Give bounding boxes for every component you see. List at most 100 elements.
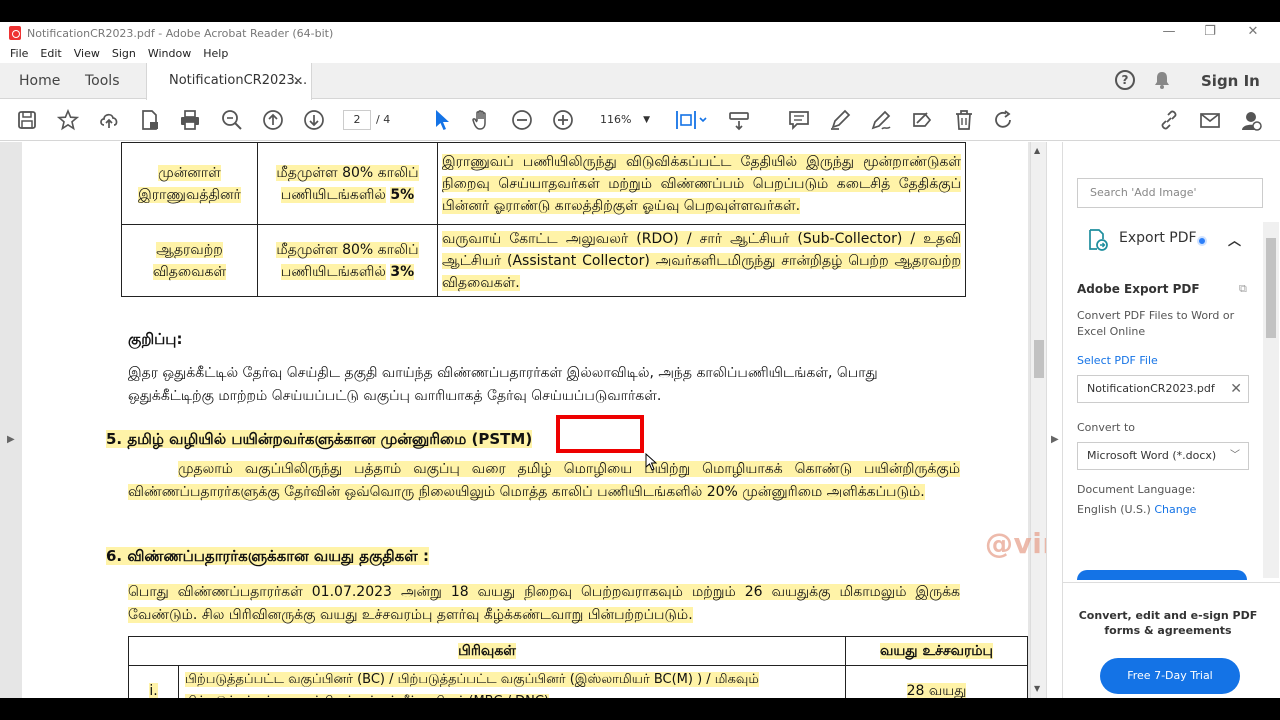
hand-tool-icon[interactable] [470, 109, 492, 131]
close-tab-icon[interactable]: ✕ [293, 63, 303, 99]
scroll-up-icon[interactable]: ▲ [1034, 146, 1040, 155]
export-pdf-icon [1089, 229, 1108, 251]
panel-scrollbar[interactable] [1263, 222, 1279, 578]
upload-cloud-icon[interactable] [98, 109, 120, 131]
clear-file-icon[interactable]: ✕ [1230, 376, 1242, 402]
toolbar: 2 / 4 116% ▼ [0, 100, 1280, 141]
note-text: இதர ஒதுக்கீட்டில் தேர்வு செய்திட தகுதி வ… [128, 365, 878, 404]
select-cursor-icon[interactable] [433, 108, 451, 132]
page-number-input[interactable]: 2 [343, 110, 371, 130]
draw-pen-icon[interactable] [870, 109, 892, 131]
link-icon[interactable] [1158, 109, 1180, 131]
bookmark-star-icon[interactable] [56, 108, 80, 131]
table-cell-percent: மீதமுள்ள 80% காலிப் பணியிடங்களில் 5% [257, 142, 438, 225]
scrollbar-thumb[interactable] [1034, 340, 1044, 378]
section5-heading: 5. தமிழ் வழியில் பயின்றவர்களுக்கான முன்ன… [106, 430, 533, 448]
collapse-right-pane[interactable]: ▶ [1046, 142, 1062, 698]
menu-help[interactable]: Help [197, 44, 234, 63]
select-pdf-file-link[interactable]: Select PDF File [1077, 354, 1263, 367]
menu-window[interactable]: Window [142, 44, 197, 63]
zoom-out-icon[interactable] [511, 109, 533, 131]
convert-button-partial[interactable] [1077, 570, 1247, 580]
table-cell-description: வருவாய் கோட்ட அலுவலர் (RDO) / சார் ஆட்சி… [437, 224, 966, 297]
tab-home[interactable]: Home [19, 63, 60, 99]
table-cell-category: முன்னாள் இராணுவத்தினர் [121, 142, 258, 225]
menu-edit[interactable]: Edit [34, 44, 67, 63]
menu-sign[interactable]: Sign [106, 44, 142, 63]
next-page-icon[interactable] [303, 109, 325, 131]
section6-text: பொது விண்ணப்பதாரர்கள் 01.07.2023 அன்று 1… [128, 584, 960, 623]
tab-bar: Home Tools NotificationCR2023... ✕ ? Sig… [0, 63, 1280, 100]
delete-trash-icon[interactable] [953, 109, 975, 131]
doc-language-label: Document Language: [1077, 483, 1196, 496]
age-limit-table: பிரிவுகள் வயது உச்சவரம்பு i. பிற்படுத்தப… [128, 636, 1028, 698]
export-heading: Adobe Export PDF [1077, 282, 1200, 296]
right-tools-panel: Search 'Add Image' Export PDF ︿ Adobe Ex… [1062, 142, 1280, 698]
pdf-page: முன்னாள் இராணுவத்தினர் மீதமுள்ள 80% காலி… [22, 142, 1028, 698]
fill-sign-icon[interactable] [911, 109, 933, 131]
table-cell-category: பிற்படுத்தப்பட்ட வகுப்பினர் (BC) / பிற்ப… [178, 665, 846, 698]
menu-view[interactable]: View [68, 44, 106, 63]
info-dot-icon [1197, 236, 1207, 246]
table-cell-percent: மீதமுள்ள 80% காலிப் பணியிடங்களில் 3% [257, 224, 438, 297]
table-cell-index: i. [128, 665, 179, 698]
tab-tools[interactable]: Tools [85, 63, 120, 99]
copy-icon[interactable]: ⧉ [1239, 282, 1247, 296]
comment-icon[interactable] [788, 109, 810, 131]
share-user-icon[interactable] [1240, 109, 1262, 131]
save-icon[interactable] [16, 109, 38, 131]
collapse-right-pane-icon[interactable]: ▶ [1051, 434, 1059, 445]
previous-page-icon[interactable] [262, 109, 284, 131]
minimize-button[interactable]: — [1149, 22, 1189, 44]
zoom-search-icon[interactable] [221, 109, 243, 131]
table-row: முன்னாள் இராணுவத்தினர் மீதமுள்ள 80% காலி… [121, 142, 966, 225]
document-scrollbar[interactable]: ▲ ▼ [1030, 142, 1046, 698]
change-language-link[interactable]: Change [1154, 503, 1196, 516]
document-language: Document Language: English (U.S.) Change [1077, 480, 1263, 520]
export-description: Convert PDF Files to Word or Excel Onlin… [1077, 309, 1235, 338]
selected-file-name: NotificationCR2023.pdf [1087, 382, 1215, 395]
sign-in-button[interactable]: Sign In [1201, 63, 1260, 99]
menu-file[interactable]: File [0, 44, 34, 63]
zoom-level-select[interactable]: 116% ▼ [590, 110, 656, 130]
zoom-level-value: 116% [600, 113, 632, 126]
pstm-annotation-box [556, 415, 644, 453]
tools-search-input[interactable]: Search 'Add Image' [1077, 178, 1263, 208]
panel-scrollbar-thumb[interactable] [1266, 238, 1276, 338]
convert-to-value: Microsoft Word (*.docx) [1087, 449, 1217, 462]
chevron-down-icon: ﹀ [1230, 450, 1240, 461]
table-row: i. பிற்படுத்தப்பட்ட வகுப்பினர் (BC) / பி… [128, 665, 1028, 698]
zoom-in-icon[interactable] [552, 109, 574, 131]
table-row: ஆதரவற்ற விதவைகள் மீதமுள்ள 80% காலிப் பணி… [121, 224, 966, 297]
selected-file-field[interactable]: NotificationCR2023.pdf ✕ [1077, 375, 1249, 403]
highlight-pen-icon[interactable] [829, 109, 851, 131]
page-total: / 4 [376, 113, 391, 126]
free-trial-button[interactable]: Free 7-Day Trial [1100, 658, 1240, 694]
chevron-up-icon[interactable]: ︿ [1228, 230, 1241, 249]
acrobat-logo-icon [9, 26, 21, 40]
email-icon[interactable] [1199, 109, 1221, 131]
section6-heading: 6. விண்ணப்பதாரர்களுக்கான வயது தகுதிகள் : [106, 547, 429, 565]
notification-bell-icon[interactable] [1154, 71, 1170, 89]
restore-button[interactable]: ❐ [1190, 22, 1230, 44]
export-pdf-body: Adobe Export PDF ⧉ Convert PDF Files to … [1077, 282, 1263, 520]
document-area: ▶ முன்னாள் இராணுவத்தினர் மீதமுள்ள 80% கா… [0, 142, 1046, 698]
menu-bar: File Edit View Sign Window Help [0, 44, 234, 63]
tab-document[interactable]: NotificationCR2023... ✕ [146, 63, 312, 100]
export-pdf-label: Export PDF [1119, 230, 1197, 246]
title-bar: NotificationCR2023.pdf - Adobe Acrobat R… [0, 22, 1280, 44]
expand-left-pane-icon[interactable]: ▶ [7, 434, 15, 445]
table-header-age: வயது உச்சவரம்பு [845, 636, 1028, 666]
page-fit-icon[interactable] [675, 109, 709, 131]
scroll-mode-icon[interactable] [728, 109, 750, 131]
rotate-icon[interactable] [993, 109, 1015, 131]
close-window-button[interactable]: ✕ [1233, 22, 1273, 44]
file-lock-icon[interactable] [139, 109, 161, 131]
convert-to-select[interactable]: Microsoft Word (*.docx) ﹀ [1077, 442, 1249, 470]
scroll-down-icon[interactable]: ▼ [1034, 684, 1040, 693]
help-icon[interactable]: ? [1115, 70, 1135, 90]
doc-language-value: English (U.S.) [1077, 503, 1151, 516]
window-title: NotificationCR2023.pdf - Adobe Acrobat R… [27, 26, 334, 40]
export-pdf-header[interactable]: Export PDF ︿ [1063, 228, 1263, 254]
print-icon[interactable] [179, 109, 201, 131]
